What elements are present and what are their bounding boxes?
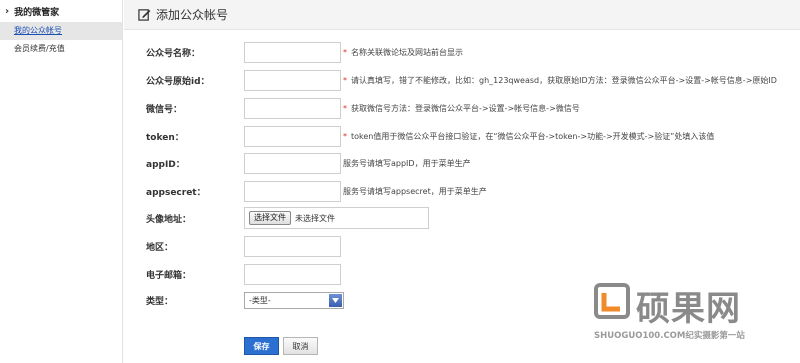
save-button[interactable]: 保存	[244, 337, 279, 355]
account-name-hint-text: 名称关联微论坛及网站前台显示	[351, 47, 463, 57]
sidebar-item-membership[interactable]: 会员续费/充值	[0, 40, 122, 58]
page-title: 添加公众帐号	[156, 8, 229, 22]
region-label: 地区：	[146, 242, 174, 253]
chevron-down-icon[interactable]	[329, 293, 342, 307]
wechat-id-input[interactable]	[244, 97, 341, 119]
watermark-logo-icon	[594, 283, 630, 319]
required-star: *	[343, 47, 347, 57]
sidebar: › 我的微管家 我的公众帐号 会员续费/充值	[0, 0, 123, 363]
account-name-hint: * 名称关联微论坛及网站前台显示	[343, 47, 463, 58]
cancel-button[interactable]: 取消	[283, 337, 318, 355]
appsecret-hint: 服务号请填写appsecret，用于菜单生产	[343, 186, 487, 196]
email-label: 电子邮箱：	[146, 270, 192, 281]
sidebar-heading-label: 我的微管家	[14, 7, 60, 18]
token-hint-text: token值用于微信公众平台接口验证，在“微信公众平台->token->功能->…	[351, 131, 715, 141]
type-label: 类型：	[146, 296, 174, 307]
original-id-label: 公众号原始id：	[146, 76, 210, 87]
region-input[interactable]	[244, 235, 341, 257]
original-id-hint: * 请认真填写，错了不能修改，比如：gh_123qweasd，获取原始ID方法：登…	[343, 75, 777, 86]
edit-icon	[138, 9, 151, 21]
token-label: token：	[146, 132, 184, 143]
appsecret-label: appsecret：	[146, 187, 206, 198]
type-selected-value: -类型-	[249, 295, 271, 305]
original-id-input[interactable]	[244, 69, 341, 91]
watermark: 硕果网 SHUOGUO100.COM纪实摄影第一站	[594, 283, 794, 351]
appid-input[interactable]	[244, 152, 341, 174]
chevron-right-icon: ›	[5, 5, 10, 17]
original-id-hint-text: 请认真填写，错了不能修改，比如：gh_123qweasd，获取原始ID方法：登录…	[351, 75, 777, 85]
required-star: *	[343, 103, 347, 113]
choose-file-button[interactable]: 选择文件	[249, 211, 291, 225]
email-input[interactable]	[244, 263, 341, 285]
token-hint: * token值用于微信公众平台接口验证，在“微信公众平台->token->功能-…	[343, 131, 714, 142]
wechat-id-hint: * 获取微信号方法：登录微信公众平台->设置->帐号信息->微信号	[343, 103, 580, 114]
avatar-label: 头像地址：	[146, 214, 192, 225]
page-header: 添加公众帐号	[124, 0, 800, 30]
avatar-file-input: 选择文件 未选择文件	[244, 207, 429, 229]
account-name-label: 公众号名称：	[146, 48, 201, 59]
appsecret-input[interactable]	[244, 180, 341, 202]
watermark-brand: 硕果网	[636, 289, 741, 329]
sidebar-heading[interactable]: › 我的微管家	[0, 0, 122, 22]
wechat-id-hint-text: 获取微信号方法：登录微信公众平台->设置->帐号信息->微信号	[351, 103, 580, 113]
required-star: *	[343, 131, 347, 141]
appid-label: appID：	[146, 159, 185, 170]
sidebar-item-my-accounts[interactable]: 我的公众帐号	[0, 22, 122, 40]
file-status: 未选择文件	[295, 213, 335, 223]
wechat-id-label: 微信号：	[146, 104, 183, 115]
account-name-input[interactable]	[244, 41, 341, 63]
type-select[interactable]: -类型-	[244, 291, 344, 309]
required-star: *	[343, 75, 347, 85]
watermark-tagline: SHUOGUO100.COM纪实摄影第一站	[594, 331, 745, 341]
token-input[interactable]	[244, 125, 341, 147]
appid-hint: 服务号请填写appID，用于菜单生产	[343, 158, 471, 168]
